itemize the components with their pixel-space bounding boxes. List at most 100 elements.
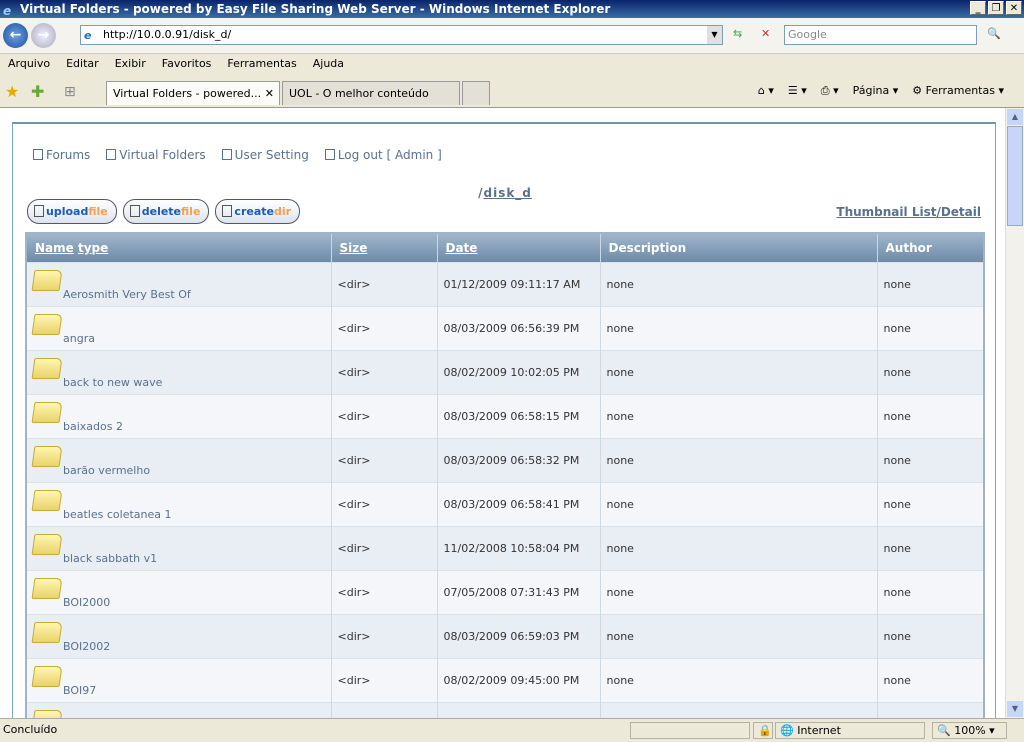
tools-menu[interactable]: ⚙ Ferramentas ▾ <box>912 84 1004 98</box>
path-link[interactable]: disk_d <box>483 186 531 200</box>
menu-favoritos[interactable]: Favoritos <box>154 55 220 75</box>
restore-button[interactable]: ❐ <box>988 1 1004 15</box>
document-icon <box>34 205 44 217</box>
close-button[interactable]: ✕ <box>1006 1 1022 15</box>
col-author: Author <box>877 233 985 262</box>
refresh-icon[interactable]: ⇆ <box>733 27 742 40</box>
button-label: dir <box>273 205 292 218</box>
size-cell: <dir> <box>331 525 438 570</box>
folder-icon[interactable] <box>31 401 63 423</box>
folder-icon[interactable] <box>31 577 63 599</box>
scroll-down-button[interactable]: ▼ <box>1007 701 1023 717</box>
folder-icon[interactable] <box>31 489 63 511</box>
folder-link[interactable]: black sabbath v1 <box>63 552 157 565</box>
stop-icon[interactable]: ✕ <box>761 27 770 40</box>
menu-editar[interactable]: Editar <box>58 55 107 75</box>
name-cell: barão vermelho <box>26 437 332 482</box>
folder-link[interactable]: BOI97 <box>63 684 96 697</box>
scroll-thumb[interactable] <box>1007 126 1023 226</box>
zoom-control[interactable]: 🔍 100% ▾ <box>932 722 1007 739</box>
virtual-folders-link[interactable]: Virtual Folders <box>106 148 206 162</box>
folder-icon[interactable] <box>31 357 63 379</box>
name-cell: BOI2000 <box>26 569 332 614</box>
tools-label: Ferramentas <box>925 84 995 97</box>
scroll-up-button[interactable]: ▲ <box>1007 109 1023 125</box>
minimize-button[interactable]: _ <box>970 1 986 15</box>
button-label: upload <box>46 205 89 218</box>
user-setting-link[interactable]: User Setting <box>221 148 309 162</box>
date-cell: 11/02/2008 10:58:04 PM <box>437 525 601 570</box>
menu-exibir[interactable]: Exibir <box>107 55 154 75</box>
home-icon[interactable]: ⌂ ▾ <box>758 84 774 98</box>
delete-file-button[interactable]: deletefile <box>122 199 210 224</box>
address-dropdown[interactable]: ▼ <box>707 26 722 44</box>
folder-icon[interactable] <box>31 533 63 555</box>
folder-link[interactable]: baixados 2 <box>63 420 123 433</box>
sort-size[interactable]: Size <box>340 241 368 255</box>
folder-link[interactable]: back to new wave <box>63 376 162 389</box>
status-panes <box>630 722 750 739</box>
size-cell: <dir> <box>331 657 438 702</box>
table-row: BOI2000 <dir> 07/05/2008 07:31:43 PM non… <box>26 569 985 614</box>
search-input[interactable]: Google <box>784 25 977 45</box>
list-detail-link[interactable]: List/Detail <box>912 205 981 219</box>
print-icon[interactable]: ⎙ ▾ <box>821 84 839 98</box>
tab-uol[interactable]: UOL - O melhor conteúdo <box>282 81 460 105</box>
button-label: delete <box>141 205 182 218</box>
quick-tabs-icon[interactable]: ⊞ <box>64 84 76 100</box>
folder-icon[interactable] <box>31 313 63 335</box>
file-table: Name type Size Date Description Author A… <box>25 232 985 718</box>
folder-icon[interactable] <box>31 445 63 467</box>
folder-icon[interactable] <box>31 709 63 718</box>
vertical-scrollbar[interactable]: ▲ ▼ <box>1005 108 1024 718</box>
description-cell: none <box>600 701 878 718</box>
feeds-icon[interactable]: ☰ ▾ <box>788 84 807 98</box>
folder-link[interactable]: BOI2000 <box>63 596 110 609</box>
logout-link[interactable]: Log out [ Admin ] <box>324 148 442 162</box>
address-input[interactable]: e http://10.0.0.91/disk_d/ ▼ <box>80 25 723 45</box>
description-cell: none <box>600 569 878 614</box>
folder-link[interactable]: barão vermelho <box>63 464 150 477</box>
author-cell: none <box>877 613 985 658</box>
menu-ferramentas[interactable]: Ferramentas <box>219 55 304 75</box>
thumbnail-link[interactable]: Thumbnail <box>836 205 907 219</box>
date-cell: 08/02/2009 09:45:00 PM <box>437 657 601 702</box>
new-tab-button[interactable] <box>462 81 490 105</box>
folder-link[interactable]: angra <box>63 332 95 345</box>
folder-icon[interactable] <box>31 621 63 643</box>
folder-link[interactable]: Aerosmith Very Best Of <box>63 288 191 301</box>
tab-virtual-folders[interactable]: Virtual Folders - powered... ✕ <box>106 81 280 105</box>
folder-link[interactable]: beatles coletanea 1 <box>63 508 172 521</box>
description-cell: none <box>600 613 878 658</box>
upload-file-button[interactable]: uploadfile <box>27 199 117 224</box>
forums-link[interactable]: Forums <box>33 148 90 162</box>
size-cell: <dir> <box>331 437 438 482</box>
zone-label: Internet <box>797 724 841 737</box>
folder-icon[interactable] <box>31 269 63 291</box>
tab-bar: ★ ✚ ⊞ Virtual Folders - powered... ✕ UOL… <box>0 78 1024 108</box>
sort-name[interactable]: Name <box>35 241 74 255</box>
favorites-star-icon[interactable]: ★ <box>5 82 19 101</box>
add-favorite-icon[interactable]: ✚ <box>31 82 44 101</box>
date-cell: 07/05/2008 07:31:39 PM <box>437 701 601 718</box>
back-button[interactable]: ← <box>3 23 28 48</box>
page-menu[interactable]: Página ▾ <box>853 84 899 98</box>
menu-arquivo[interactable]: Arquivo <box>0 55 58 75</box>
menu-ajuda[interactable]: Ajuda <box>305 55 352 75</box>
sort-date[interactable]: Date <box>446 241 478 255</box>
table-row: barão vermelho <dir> 08/03/2009 06:58:32… <box>26 437 985 482</box>
col-name: Name type <box>26 233 332 262</box>
document-icon <box>129 205 140 217</box>
folder-link[interactable]: BOI2002 <box>63 640 110 653</box>
date-cell: 08/03/2009 06:56:39 PM <box>437 305 601 350</box>
forward-button[interactable]: → <box>31 23 56 48</box>
folder-icon[interactable] <box>31 665 63 687</box>
button-label: create <box>234 205 274 218</box>
table-row: black sabbath v1 <dir> 11/02/2008 10:58:… <box>26 525 985 570</box>
search-icon[interactable]: 🔍 <box>987 27 1001 40</box>
name-cell: angra <box>26 305 332 350</box>
close-tab-icon[interactable]: ✕ <box>265 87 274 100</box>
sort-type[interactable]: type <box>78 241 108 255</box>
size-cell: <dir> <box>331 701 438 718</box>
create-dir-button[interactable]: createdir <box>215 199 301 224</box>
